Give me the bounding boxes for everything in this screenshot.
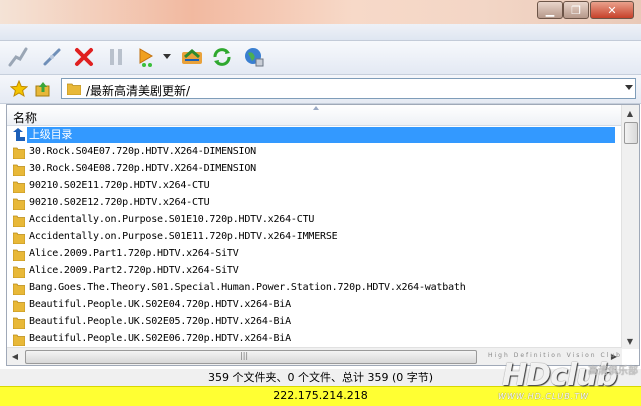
folder-icon: [13, 147, 25, 159]
pause-icon: [110, 49, 122, 65]
list-item-name: 30.Rock.S04E08.720p.HDTV.X264-DIMENSION: [29, 163, 256, 174]
up-arrow-icon: [13, 128, 25, 141]
chevron-down-icon: [163, 54, 171, 59]
file-rows: 上级目录 30.Rock.S04E07.720p.HDTV.X264-DIMEN…: [7, 127, 622, 348]
folder-icon: [13, 283, 25, 295]
grip-icon: |||: [240, 351, 249, 360]
list-item[interactable]: Beautiful.People.UK.S02E06.720p.HDTV.x26…: [7, 331, 622, 348]
list-item-name: Alice.2009.Part1.720p.HDTV.x264-SiTV: [29, 248, 239, 259]
folder-icon: [13, 317, 25, 329]
maximize-icon: ❐: [571, 3, 581, 17]
folder-icon: [13, 232, 25, 244]
address-bar: /最新高清美剧更新/: [0, 75, 641, 104]
list-item-name: Beautiful.People.UK.S02E06.720p.HDTV.x26…: [29, 333, 291, 344]
folder-icon: [13, 300, 25, 312]
vertical-scroll-thumb[interactable]: [624, 122, 638, 144]
parent-directory-label: 上级目录: [27, 127, 615, 143]
minimize-button[interactable]: ▁: [537, 1, 563, 19]
address-path: /最新高清美剧更新/: [86, 84, 191, 98]
close-icon: ✕: [607, 3, 617, 17]
queue-icon: [182, 49, 202, 64]
refresh-icon: [213, 48, 231, 66]
list-item[interactable]: 30.Rock.S04E07.720p.HDTV.X264-DIMENSION: [7, 144, 622, 161]
parent-folder-button[interactable]: [34, 80, 52, 98]
scroll-up-arrow[interactable]: ▲: [622, 105, 638, 121]
list-item[interactable]: Accidentally.on.Purpose.S01E11.720p.HDTV…: [7, 229, 622, 246]
play-icon: [139, 48, 153, 67]
title-bar: ▁ ❐ ✕: [0, 0, 641, 24]
connect-icon: [8, 47, 28, 67]
column-header-label: 名称: [13, 111, 38, 125]
folder-icon: [67, 83, 81, 95]
file-list: 名称 上级目录 30.Rock.S04E07.720p.HDTV.X264-DI…: [6, 104, 640, 366]
folder-icon: [13, 181, 25, 193]
disconnect-icon: [43, 48, 61, 66]
star-icon: [9, 79, 29, 98]
address-dropdown[interactable]: [619, 79, 635, 98]
menu-strip: [0, 24, 641, 41]
list-item[interactable]: Alice.2009.Part2.720p.HDTV.x264-SiTV: [7, 263, 622, 280]
folder-icon: [13, 334, 25, 346]
list-item-name: Bang.Goes.The.Theory.S01.Special.Human.P…: [29, 282, 466, 293]
disconnect-button[interactable]: [40, 45, 64, 69]
list-item-name: Beautiful.People.UK.S02E05.720p.HDTV.x26…: [29, 316, 291, 327]
folder-icon: [13, 215, 25, 227]
folder-icon: [13, 164, 25, 176]
stop-icon: [75, 48, 93, 66]
list-item-name: Alice.2009.Part2.720p.HDTV.x264-SiTV: [29, 265, 239, 276]
list-item-name: Accidentally.on.Purpose.S01E10.720p.HDTV…: [29, 214, 315, 225]
stop-button[interactable]: [72, 45, 96, 69]
parent-directory-row[interactable]: 上级目录: [7, 127, 622, 144]
list-item[interactable]: 90210.S02E11.720p.HDTV.x264-CTU: [7, 178, 622, 195]
horizontal-scroll-thumb[interactable]: |||: [25, 350, 477, 364]
scroll-left-arrow[interactable]: ◀: [7, 348, 23, 364]
up-folder-icon: [35, 82, 50, 97]
list-item-name: 90210.S02E12.720p.HDTV.x264-CTU: [29, 197, 210, 208]
list-item[interactable]: Bang.Goes.The.Theory.S01.Special.Human.P…: [7, 280, 622, 297]
list-item[interactable]: 90210.S02E12.720p.HDTV.x264-CTU: [7, 195, 622, 212]
play-dropdown[interactable]: [160, 45, 174, 69]
vertical-scrollbar[interactable]: ▲ ▼: [621, 105, 639, 349]
maximize-button[interactable]: ❐: [563, 1, 589, 19]
chevron-down-icon: [625, 85, 633, 90]
column-header-name[interactable]: 名称: [7, 105, 622, 126]
site-manager-button[interactable]: [242, 45, 266, 69]
list-item[interactable]: Beautiful.People.UK.S02E04.720p.HDTV.x26…: [7, 297, 622, 314]
watermark-chinese: 高清俱乐部: [588, 366, 638, 377]
refresh-button[interactable]: [210, 45, 234, 69]
list-item-name: 30.Rock.S04E07.720p.HDTV.X264-DIMENSION: [29, 146, 256, 157]
folder-icon: [13, 266, 25, 278]
scroll-down-arrow[interactable]: ▼: [622, 333, 638, 349]
minimize-icon: ▁: [545, 3, 555, 17]
watermark-url: WWW.HD.CLUB.TW: [498, 392, 590, 401]
list-item-name: Accidentally.on.Purpose.S01E11.720p.HDTV…: [29, 231, 338, 242]
play-button[interactable]: [134, 45, 158, 69]
list-item[interactable]: Beautiful.People.UK.S02E05.720p.HDTV.x26…: [7, 314, 622, 331]
pause-button[interactable]: [104, 45, 128, 69]
list-item[interactable]: Accidentally.on.Purpose.S01E10.720p.HDTV…: [7, 212, 622, 229]
list-item[interactable]: Alice.2009.Part1.720p.HDTV.x264-SiTV: [7, 246, 622, 263]
address-input[interactable]: /最新高清美剧更新/: [61, 78, 636, 99]
list-item-name: Beautiful.People.UK.S02E04.720p.HDTV.x26…: [29, 299, 291, 310]
folder-icon: [13, 198, 25, 210]
folder-icon: [13, 249, 25, 261]
list-item-name: 90210.S02E11.720p.HDTV.x264-CTU: [29, 180, 210, 191]
close-window-button[interactable]: ✕: [590, 1, 634, 19]
list-item[interactable]: 30.Rock.S04E08.720p.HDTV.X264-DIMENSION: [7, 161, 622, 178]
globe-icon: [245, 48, 264, 67]
favorites-button[interactable]: [9, 79, 29, 98]
toolbar: [0, 41, 641, 75]
sort-ascending-icon: [313, 106, 319, 110]
connect-button[interactable]: [6, 45, 30, 69]
hdclub-watermark: High Definition Vision Club HDclub 高清俱乐部…: [470, 352, 640, 402]
queue-button[interactable]: [180, 45, 204, 69]
